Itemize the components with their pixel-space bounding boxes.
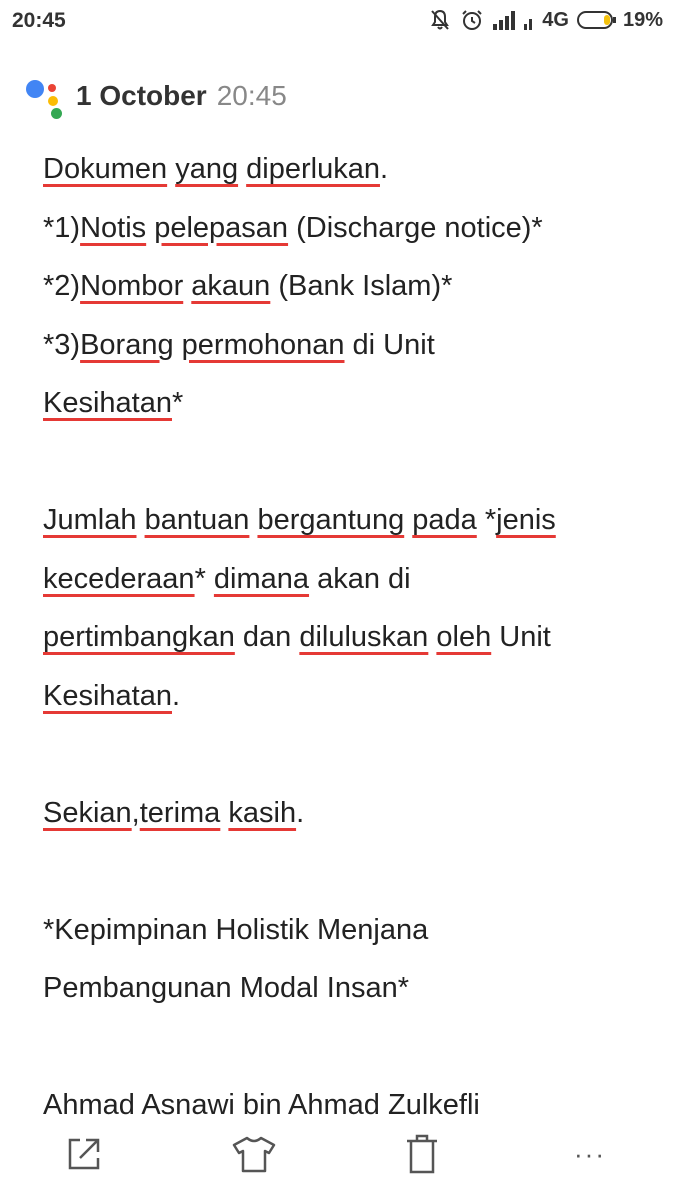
bottom-toolbar: ··· <box>0 1118 675 1200</box>
status-time: 20:45 <box>12 9 66 32</box>
message-date: 1 October <box>76 80 207 111</box>
share-icon <box>68 1138 100 1170</box>
message-time: 20:45 <box>216 80 287 111</box>
message-line: *1)Notis pelepasan (Discharge notice)* <box>43 211 543 244</box>
message-line: Dokumen yang diperlukan. <box>43 153 389 185</box>
message-line: *Kepimpinan Holistik Menjana <box>43 913 429 946</box>
shirt-icon <box>232 1136 276 1173</box>
battery-icon <box>576 11 616 29</box>
message-line: *2)Nombor akaun (Bank Islam)* <box>43 270 453 302</box>
signal-icon <box>492 10 516 30</box>
google-assistant-icon <box>24 76 64 119</box>
battery-percent: 19% <box>622 8 663 31</box>
share-button[interactable] <box>62 1132 106 1176</box>
message-line: kecederaan* dimana akan di <box>43 562 411 595</box>
battery: 19% <box>576 8 663 32</box>
message-line: Kesihatan* <box>43 387 184 419</box>
status-icons: 4G 19% <box>428 8 663 32</box>
delete-button[interactable] <box>400 1132 444 1176</box>
theme-button[interactable] <box>232 1132 276 1176</box>
trash-icon <box>407 1134 437 1174</box>
notifications-off-icon <box>428 8 452 32</box>
message-line: *3)Borang permohonan di Unit <box>43 328 435 361</box>
alarm-icon <box>460 8 484 32</box>
message-line: Kesihatan. <box>43 679 181 712</box>
status-bar: 20:45 4G 19% <box>0 0 675 46</box>
message-line: Pembangunan Modal Insan* <box>43 972 409 1004</box>
message-line: Sekian,terima kasih. <box>43 796 305 829</box>
more-button[interactable]: ··· <box>568 1132 612 1176</box>
network-type: 4G <box>542 8 569 31</box>
signal-secondary-icon <box>524 10 534 30</box>
message-body: Dokumen yang diperlukan. *1)Notis pelepa… <box>43 140 643 1135</box>
message-header: 1 October 20:45 <box>24 74 287 119</box>
message-line: pertimbangkan dan diluluskan oleh Unit <box>43 621 551 653</box>
message-line: Jumlah bantuan bergantung pada *jenis <box>43 504 556 536</box>
more-icon: ··· <box>574 1138 606 1169</box>
